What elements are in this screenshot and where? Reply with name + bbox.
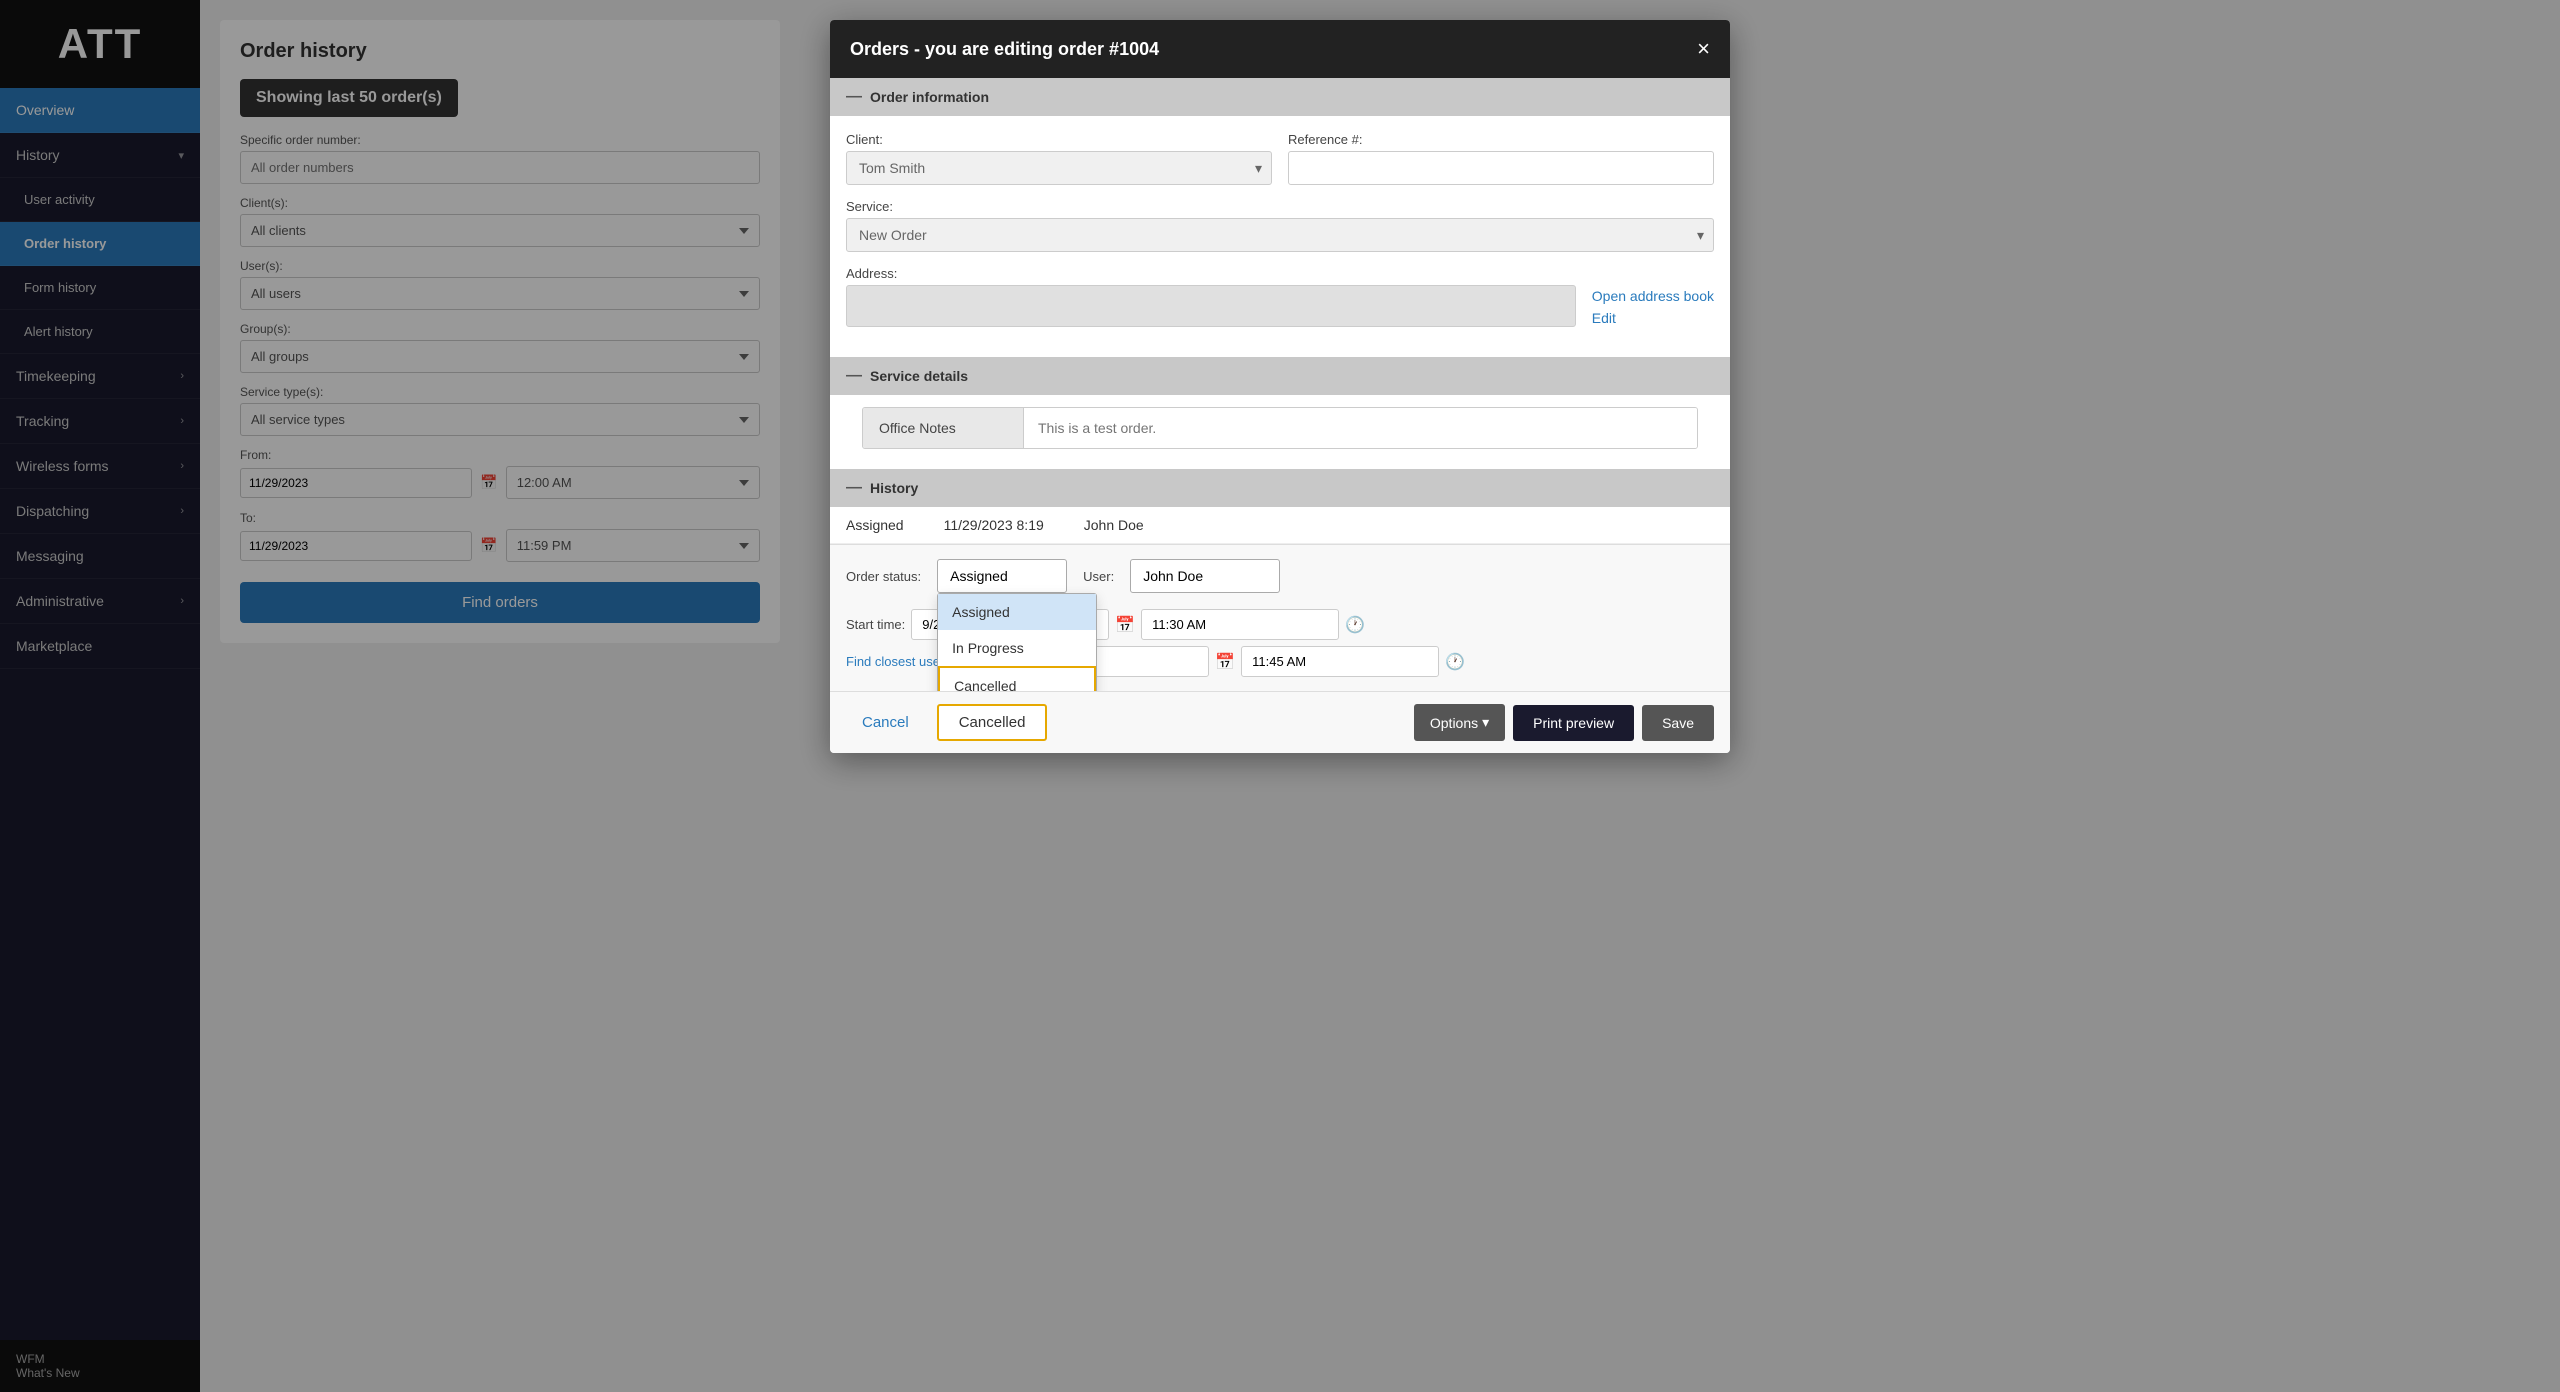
status-option-assigned[interactable]: Assigned (938, 594, 1096, 630)
order-status-select[interactable]: Assigned (937, 559, 1067, 593)
address-actions: Open address book Edit (1592, 266, 1714, 327)
history-date: 11/29/2023 8:19 (944, 517, 1044, 533)
client-reference-row: Client: ▾ Reference #: (846, 132, 1714, 185)
order-information-form: Client: ▾ Reference #: Service: (830, 116, 1730, 357)
order-information-label: Order information (870, 89, 989, 105)
options-button[interactable]: Options ▾ (1414, 704, 1505, 741)
clock-icon[interactable]: 🕐 (1445, 652, 1465, 672)
end-time-input[interactable] (1241, 646, 1439, 677)
orders-modal: Orders - you are editing order #1004 × —… (830, 20, 1730, 753)
user-label: User: (1083, 569, 1114, 584)
cancelled-button[interactable]: Cancelled (937, 704, 1048, 741)
edit-address-link[interactable]: Edit (1592, 310, 1616, 326)
address-label: Address: (846, 266, 1576, 281)
order-status-bar: Order status: Assigned Assigned In Progr… (830, 544, 1730, 691)
client-input[interactable] (846, 151, 1272, 185)
status-option-in-progress[interactable]: In Progress (938, 630, 1096, 666)
service-details-header: — Service details (830, 357, 1730, 395)
history-action: Assigned (846, 517, 904, 533)
clock-icon[interactable]: 🕐 (1345, 615, 1365, 635)
modal-overlay: Orders - you are editing order #1004 × —… (0, 0, 2560, 1392)
modal-title: Orders - you are editing order #1004 (850, 39, 1159, 60)
start-time-label: Start time: (846, 617, 905, 632)
footer-left: Cancel Cancelled (846, 704, 1047, 741)
modal-body: — Order information Client: ▾ Reference … (830, 78, 1730, 691)
service-row: Service: ▾ (846, 199, 1714, 252)
save-button[interactable]: Save (1642, 705, 1714, 741)
history-label: History (870, 480, 918, 496)
modal-header: Orders - you are editing order #1004 × (830, 20, 1730, 78)
client-group: Client: ▾ (846, 132, 1272, 185)
status-option-cancelled[interactable]: Cancelled (938, 666, 1096, 691)
history-entry: Assigned 11/29/2023 8:19 John Doe (830, 507, 1730, 544)
modal-footer: Cancel Cancelled Options ▾ Print preview… (830, 691, 1730, 753)
open-address-book-link[interactable]: Open address book (1592, 288, 1714, 304)
find-closest-user-link[interactable]: Find closest user (846, 654, 944, 669)
service-input[interactable] (846, 218, 1714, 252)
user-select[interactable]: John Doe (1130, 559, 1280, 593)
order-status-label: Order status: (846, 569, 921, 584)
office-notes-label: Office Notes (863, 408, 1023, 448)
calendar-icon[interactable]: 📅 (1115, 615, 1135, 635)
service-dropdown-icon[interactable]: ▾ (1697, 227, 1704, 244)
cancel-button[interactable]: Cancel (846, 706, 925, 739)
service-label: Service: (846, 199, 1714, 214)
order-information-header: — Order information (830, 78, 1730, 116)
footer-right: Options ▾ Print preview Save (1414, 704, 1714, 741)
service-details-label: Service details (870, 368, 968, 384)
address-group: Address: (846, 266, 1576, 327)
order-status-dropdown-wrapper: Assigned Assigned In Progress Cancelled (937, 559, 1067, 593)
print-preview-button[interactable]: Print preview (1513, 705, 1634, 741)
history-user: John Doe (1084, 517, 1144, 533)
collapse-icon[interactable]: — (846, 88, 862, 106)
client-label: Client: (846, 132, 1272, 147)
office-notes-row: Office Notes (862, 407, 1698, 449)
status-dropdown-popup: Assigned In Progress Cancelled (937, 593, 1097, 691)
address-row: Address: Open address book Edit (846, 266, 1714, 327)
chevron-down-icon: ▾ (1482, 714, 1489, 731)
reference-group: Reference #: (1288, 132, 1714, 185)
calendar-icon[interactable]: 📅 (1215, 652, 1235, 672)
history-section-header: — History (830, 469, 1730, 507)
office-notes-input[interactable] (1023, 408, 1697, 448)
modal-close-button[interactable]: × (1697, 36, 1710, 62)
address-box (846, 285, 1576, 327)
user-select-wrapper: John Doe (1130, 559, 1280, 593)
service-group: Service: ▾ (846, 199, 1714, 252)
reference-input[interactable] (1288, 151, 1714, 185)
reference-label: Reference #: (1288, 132, 1714, 147)
collapse-icon[interactable]: — (846, 479, 862, 497)
start-time-input[interactable] (1141, 609, 1339, 640)
client-dropdown-icon[interactable]: ▾ (1255, 160, 1262, 177)
office-notes-section: Office Notes (830, 395, 1730, 469)
collapse-icon[interactable]: — (846, 367, 862, 385)
